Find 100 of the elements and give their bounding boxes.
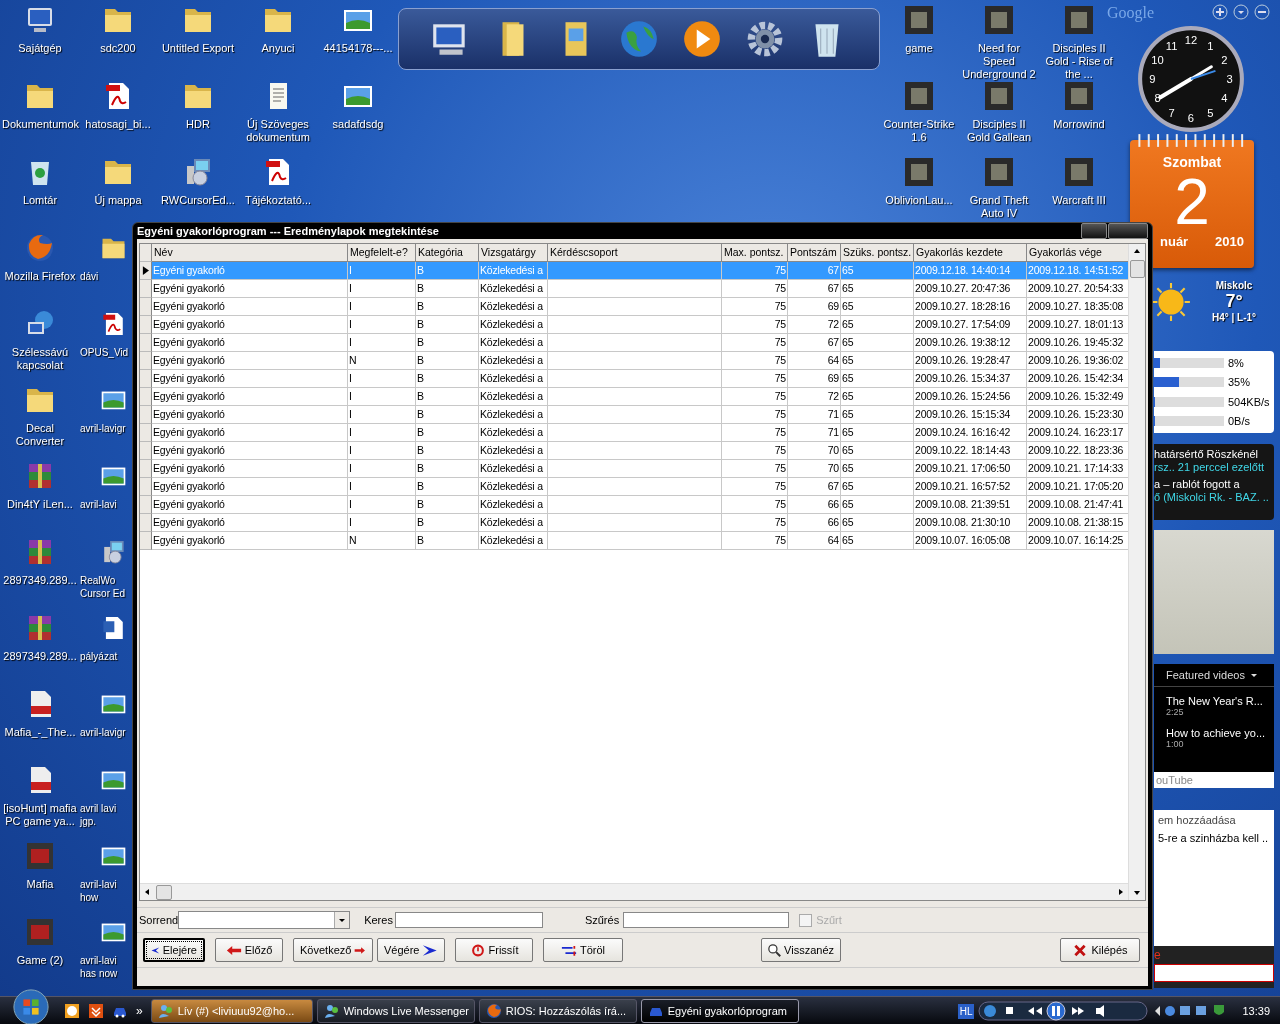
- row-header-cell[interactable]: [140, 388, 152, 406]
- game-icon[interactable]: [903, 4, 935, 36]
- taskbar-button[interactable]: RIOS: Hozzászólás írá...: [478, 999, 637, 1023]
- icon-label[interactable]: avril-lavigr: [80, 726, 128, 739]
- row-header-cell[interactable]: [140, 352, 152, 370]
- icon-label[interactable]: Warcraft III: [1041, 194, 1117, 207]
- icon-label[interactable]: OblivionLau...: [881, 194, 957, 207]
- icon-label[interactable]: 2897349.289...: [2, 574, 78, 587]
- row-header-cell[interactable]: [140, 442, 152, 460]
- icon-label[interactable]: Disciples II Gold - Rise of the ...: [1041, 42, 1117, 81]
- table-row[interactable]: Egyéni gyakorló I B Közlekedési a 75 72 65 2009.10.27. 17:54:09 2009.10.27. 18:01:13: [140, 316, 1128, 334]
- row-header-cell[interactable]: [140, 478, 152, 496]
- row-header-cell[interactable]: [140, 262, 152, 280]
- icon-label[interactable]: 2897349.289...: [2, 650, 78, 663]
- game-icon[interactable]: [1063, 156, 1095, 188]
- filter-field[interactable]: [623, 912, 790, 928]
- table-row[interactable]: Egyéni gyakorló N B Közlekedési a 75 64 65 2009.10.07. 16:05:08 2009.10.07. 16:14:25: [140, 532, 1128, 550]
- icon-label[interactable]: Counter-Strike 1.6: [881, 118, 957, 144]
- media-controls-drawing[interactable]: [978, 1000, 1149, 1022]
- news-headline[interactable]: határsértő Röszkénél: [1154, 448, 1274, 460]
- scrollbar-thumb[interactable]: [156, 884, 172, 900]
- dropdown-icon[interactable]: [1233, 4, 1249, 20]
- table-row[interactable]: Egyéni gyakorló I B Közlekedési a 75 72 65 2009.10.26. 15:24:56 2009.10.26. 15:32:49: [140, 388, 1128, 406]
- table-row[interactable]: Egyéni gyakorló I B Közlekedési a 75 67 65 2009.10.21. 16:57:52 2009.10.21. 17:05:20: [140, 478, 1128, 496]
- icon-label[interactable]: Untitled Export: [160, 42, 236, 55]
- toolbar-button[interactable]: Kilépés: [1060, 938, 1140, 962]
- toolbar-button[interactable]: Visszanéz: [761, 938, 841, 962]
- icon-label[interactable]: avril-lavi how: [80, 878, 128, 904]
- icon-label[interactable]: HDR: [160, 118, 236, 131]
- icon-label[interactable]: Decal Converter: [2, 422, 78, 448]
- row-header-cell[interactable]: [140, 532, 152, 550]
- icon-label[interactable]: sadafdsdg: [320, 118, 396, 131]
- row-header-cell[interactable]: [140, 406, 152, 424]
- icon-label[interactable]: Grand Theft Auto IV: [961, 194, 1037, 220]
- maximize-button[interactable]: [1108, 223, 1148, 239]
- start-button[interactable]: [12, 988, 50, 1024]
- row-header-cell[interactable]: [140, 334, 152, 352]
- table-row[interactable]: Egyéni gyakorló I B Közlekedési a 75 66 65 2009.10.08. 21:39:51 2009.10.08. 21:47:41: [140, 496, 1128, 514]
- icon-label[interactable]: avril lavi jgp.: [80, 802, 128, 828]
- row-header-cell[interactable]: [140, 370, 152, 388]
- icon-label[interactable]: Anyuci: [240, 42, 316, 55]
- gadget-field[interactable]: [1154, 964, 1274, 982]
- icon-label[interactable]: 44154178---...: [320, 42, 396, 55]
- taskbar-button[interactable]: Lív (#) <liviuuu92@ho...: [150, 999, 313, 1023]
- more-chevron[interactable]: »: [136, 1004, 143, 1018]
- icon-label[interactable]: game: [881, 42, 957, 55]
- video-title[interactable]: The New Year's R...: [1166, 695, 1262, 707]
- icon-label[interactable]: pályázat: [80, 650, 128, 663]
- download-icon[interactable]: [88, 1003, 104, 1019]
- table-row[interactable]: Egyéni gyakorló I B Közlekedési a 75 69 65 2009.10.26. 15:34:37 2009.10.26. 15:42:34: [140, 370, 1128, 388]
- taskbar-button[interactable]: Windows Live Messenger: [316, 999, 475, 1023]
- table-row[interactable]: Egyéni gyakorló I B Közlekedési a 75 70 65 2009.10.21. 17:06:50 2009.10.21. 17:14:33: [140, 460, 1128, 478]
- toolbar-button[interactable]: Töröl: [543, 938, 623, 962]
- table-row[interactable]: Egyéni gyakorló I B Közlekedési a 75 66 65 2009.10.08. 21:30:10 2009.10.08. 21:38:15: [140, 514, 1128, 532]
- icon-label[interactable]: OPUS_Vid: [80, 346, 128, 359]
- toolbar-button[interactable]: Végére: [377, 938, 445, 962]
- icon-label[interactable]: Sajátgép: [2, 42, 78, 55]
- minimize-button[interactable]: [1081, 223, 1107, 239]
- row-header-cell[interactable]: [140, 424, 152, 442]
- icon-label[interactable]: avril-lavigr: [80, 422, 128, 435]
- icon-label[interactable]: avril-lavi has now: [80, 954, 128, 980]
- icon-label[interactable]: Disciples II Gold Gallean: [961, 118, 1037, 144]
- row-header-cell[interactable]: [140, 280, 152, 298]
- game-icon[interactable]: [903, 156, 935, 188]
- table-row[interactable]: Egyéni gyakorló I B Közlekedési a 75 71 65 2009.10.26. 15:15:34 2009.10.26. 15:23:30: [140, 406, 1128, 424]
- search-field[interactable]: [394, 912, 543, 928]
- row-header-cell[interactable]: [140, 460, 152, 478]
- row-header-cell[interactable]: [140, 496, 152, 514]
- video-feed-selector[interactable]: Featured videos: [1166, 669, 1245, 681]
- icon-label[interactable]: dávi: [80, 270, 128, 283]
- game-icon[interactable]: [983, 156, 1015, 188]
- icon-label[interactable]: Tájékoztató...: [240, 194, 316, 207]
- game-icon[interactable]: [903, 80, 935, 112]
- icon-label[interactable]: Din4tY iLen...: [2, 498, 78, 511]
- icon-label[interactable]: hatosagi_bi...: [80, 118, 156, 131]
- icon-label[interactable]: Morrowind: [1041, 118, 1117, 131]
- news-headline[interactable]: a – rablót fogott a: [1154, 478, 1274, 490]
- sort-dropdown[interactable]: [178, 911, 351, 929]
- table-row[interactable]: Egyéni gyakorló I B Közlekedési a 75 70 65 2009.10.22. 18:14:43 2009.10.22. 18:23:36: [140, 442, 1128, 460]
- icon-label[interactable]: Need for Speed Underground 2: [961, 42, 1037, 81]
- icon-label[interactable]: Szélessávú kapcsolat: [2, 346, 78, 372]
- icon-label[interactable]: [isoHunt] mafia PC game ya...: [2, 802, 78, 828]
- table-row[interactable]: Egyéni gyakorló I B Közlekedési a 75 71 65 2009.10.24. 16:16:42 2009.10.24. 16:23:17: [140, 424, 1128, 442]
- icon-label[interactable]: Új mappa: [80, 194, 156, 207]
- scrollbar-thumb[interactable]: [1129, 260, 1145, 278]
- icon-label[interactable]: Game (2): [2, 954, 78, 967]
- row-header-cell[interactable]: [140, 514, 152, 532]
- add-icon[interactable]: [1212, 4, 1228, 20]
- icon-label[interactable]: Dokumentumok: [2, 118, 78, 131]
- toolbar-button[interactable]: Előző: [215, 938, 283, 962]
- table-row[interactable]: Egyéni gyakorló N B Közlekedési a 75 64 65 2009.10.26. 19:28:47 2009.10.26. 19:36:02: [140, 352, 1128, 370]
- clock-icon[interactable]: [64, 1003, 80, 1019]
- icon-label[interactable]: avril-lavi: [80, 498, 128, 511]
- minimize-icon[interactable]: [1254, 4, 1270, 20]
- icon-label[interactable]: Mozilla Firefox: [2, 270, 78, 283]
- row-header-cell[interactable]: [140, 298, 152, 316]
- icon-label[interactable]: RWCursorEd...: [160, 194, 236, 207]
- browser-icon[interactable]: [24, 232, 56, 264]
- toolbar-button[interactable]: Elejére: [143, 938, 205, 962]
- icon-label[interactable]: Mafia_-_The...: [2, 726, 78, 739]
